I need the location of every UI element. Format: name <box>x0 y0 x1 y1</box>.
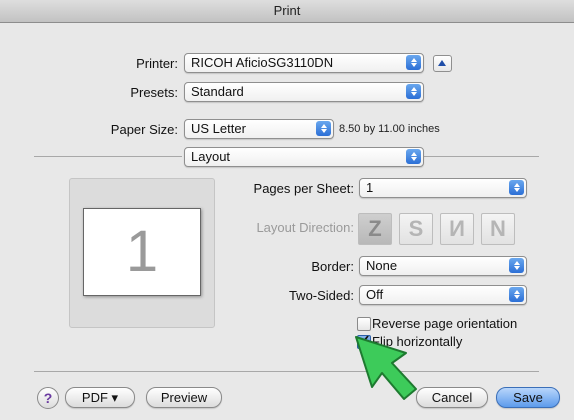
chevron-updown-icon <box>316 121 331 136</box>
layout-direction-s-button[interactable]: S <box>399 213 433 245</box>
triangle-up-icon <box>438 60 446 66</box>
expand-disclosure-button[interactable] <box>433 55 452 72</box>
border-label: Border: <box>311 259 354 274</box>
chevron-updown-icon <box>509 180 524 195</box>
pages-per-sheet-select[interactable]: 1 <box>359 178 527 198</box>
chevron-updown-icon <box>406 84 421 99</box>
presets-label: Presets: <box>130 85 178 100</box>
save-button[interactable]: Save <box>496 387 560 408</box>
paper-size-value: US Letter <box>191 121 246 136</box>
help-button[interactable]: ? <box>37 387 59 409</box>
presets-select[interactable]: Standard <box>184 82 424 102</box>
layout-direction-z-button[interactable]: Z <box>358 213 392 245</box>
footer-separator <box>34 371 539 372</box>
two-sided-value: Off <box>366 287 384 302</box>
chevron-updown-icon <box>509 287 524 302</box>
printer-value: RICOH AficioSG3110DN <box>191 55 334 70</box>
separator-left <box>34 156 182 157</box>
pdf-button[interactable]: PDF ▾ <box>65 387 135 408</box>
pointer-arrow-icon <box>355 336 417 400</box>
layout-direction-reverse-n-button[interactable]: И <box>440 213 474 245</box>
paper-size-dimensions: 8.50 by 11.00 inches <box>339 123 440 135</box>
pages-per-sheet-label: Pages per Sheet: <box>253 181 354 196</box>
paper-size-select[interactable]: US Letter <box>184 119 334 139</box>
printer-select[interactable]: RICOH AficioSG3110DN <box>184 53 424 73</box>
two-sided-label: Two-Sided: <box>288 288 354 303</box>
layout-direction-n-button[interactable]: N <box>481 213 515 245</box>
preview-page: 1 <box>83 208 201 296</box>
presets-value: Standard <box>191 84 244 99</box>
preview-button[interactable]: Preview <box>146 387 222 408</box>
reverse-orientation-label: Reverse page orientation <box>372 316 518 331</box>
chevron-updown-icon <box>406 55 421 70</box>
panel-value: Layout <box>191 149 231 164</box>
separator-right <box>424 156 539 157</box>
reverse-orientation-checkbox[interactable] <box>357 317 371 331</box>
cancel-button[interactable]: Cancel <box>416 387 488 408</box>
two-sided-select[interactable]: Off <box>359 285 527 305</box>
border-select[interactable]: None <box>359 256 527 276</box>
border-value: None <box>366 258 398 273</box>
window-title: Print <box>0 0 574 23</box>
panel-select[interactable]: Layout <box>184 147 424 167</box>
chevron-updown-icon <box>406 149 421 164</box>
paper-size-label: Paper Size: <box>110 122 178 137</box>
printer-label: Printer: <box>136 56 178 71</box>
pages-per-sheet-value: 1 <box>366 180 374 195</box>
chevron-updown-icon <box>509 258 524 273</box>
layout-preview: 1 <box>69 178 215 328</box>
layout-direction-label: Layout Direction: <box>256 220 354 235</box>
